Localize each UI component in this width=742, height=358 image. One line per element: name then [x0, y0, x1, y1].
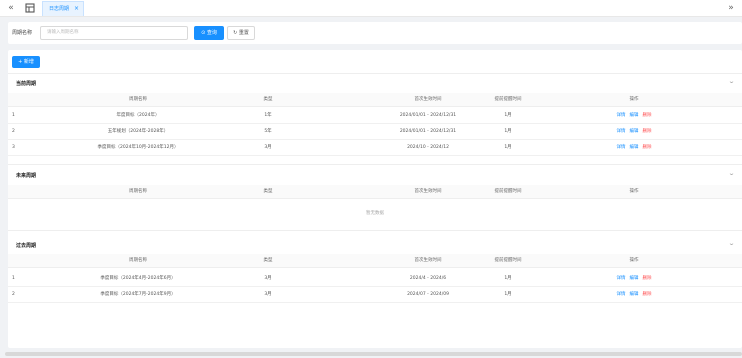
row-name: 季度目标（2024年4月-2024年6月） — [100, 276, 176, 281]
row-type: 3月 — [264, 276, 272, 281]
col-remind: 提前提醒时间 — [494, 97, 522, 102]
detail-link[interactable]: 详情 — [617, 145, 626, 150]
col-remind: 提前提醒时间 — [494, 258, 522, 263]
table-header: 周期名称 类型 首次生效时间 提前提醒时间 操作 — [8, 93, 742, 107]
row-name: 五年规划（2024年-2028年） — [107, 129, 169, 134]
section-title-current: 当前周期 — [16, 81, 37, 87]
row-index: 2 — [12, 292, 15, 297]
col-name: 周期名称 — [129, 258, 147, 263]
table-row: 1 年度目标（2024年） 1年 2024/01/01 - 2024/12/31… — [8, 108, 742, 124]
col-op: 操作 — [629, 189, 639, 194]
search-panel: 周期名称 请输入周期名称 ⊙ 查询 ↻ 重置 — [8, 22, 742, 44]
col-time: 首次生效时间 — [414, 258, 442, 263]
row-time: 2024/10 - 2024/12 — [407, 145, 449, 150]
col-op: 操作 — [629, 258, 639, 263]
col-type: 类型 — [263, 258, 273, 263]
tab-label: 日志周期 — [49, 6, 70, 12]
edit-link[interactable]: 编辑 — [630, 129, 639, 134]
delete-link[interactable]: 删除 — [643, 276, 652, 281]
divider — [8, 164, 742, 165]
edit-link[interactable]: 编辑 — [630, 276, 639, 281]
divider — [8, 230, 742, 231]
row-actions: 详情 编辑 删除 — [604, 140, 664, 156]
row-index: 1 — [12, 276, 15, 281]
row-remind: 1月 — [504, 292, 512, 297]
col-name: 周期名称 — [129, 97, 147, 102]
row-remind: 1月 — [504, 276, 512, 281]
row-remind: 1月 — [504, 145, 512, 150]
col-remind: 提前提醒时间 — [494, 189, 522, 194]
row-index: 1 — [12, 113, 15, 118]
delete-link[interactable]: 删除 — [643, 292, 652, 297]
main-panel: + 新增 当前周期 ⌄ 周期名称 类型 首次生效时间 提前提醒时间 操作 1 年… — [8, 50, 742, 348]
detail-link[interactable]: 详情 — [617, 292, 626, 297]
row-actions: 详情 编辑 删除 — [604, 271, 664, 287]
query-button[interactable]: ⊙ 查询 — [194, 26, 224, 40]
delete-link[interactable]: 删除 — [643, 129, 652, 134]
search-input[interactable]: 请输入周期名称 — [40, 26, 188, 40]
chevron-down-icon[interactable]: ⌄ — [728, 170, 735, 177]
table-row: 1 季度目标（2024年4月-2024年6月） 3月 2024/4 - 2024… — [8, 271, 742, 287]
row-type: 3月 — [264, 292, 272, 297]
row-time: 2024/4 - 2024/6 — [409, 276, 447, 281]
row-type: 1年 — [264, 113, 272, 118]
col-time: 首次生效时间 — [414, 189, 442, 194]
tab-bar: « 日志周期 × » — [0, 0, 742, 17]
table-row: 3 季度目标（2024年10月-2024年12月） 3月 2024/10 - 2… — [8, 140, 742, 156]
search-label: 周期名称 — [12, 30, 33, 36]
col-op: 操作 — [629, 97, 639, 102]
table-row: 2 季度目标（2024年7月-2024年9月） 3月 2024/07 - 202… — [8, 287, 742, 303]
row-name: 季度目标（2024年7月-2024年9月） — [100, 292, 176, 297]
col-name: 周期名称 — [129, 189, 147, 194]
row-actions: 详情 编辑 删除 — [604, 108, 664, 124]
detail-link[interactable]: 详情 — [617, 113, 626, 118]
row-type: 3月 — [264, 145, 272, 150]
row-remind: 1月 — [504, 113, 512, 118]
table-header: 周期名称 类型 首次生效时间 提前提醒时间 操作 — [8, 254, 742, 268]
row-time: 2024/07 - 2024/09 — [407, 292, 449, 297]
detail-link[interactable]: 详情 — [617, 129, 626, 134]
col-time: 首次生效时间 — [414, 97, 442, 102]
reset-label: 重置 — [238, 30, 249, 36]
col-type: 类型 — [263, 97, 273, 102]
table-row: 2 五年规划（2024年-2028年） 5年 2024/01/01 - 2024… — [8, 124, 742, 140]
horizontal-scrollbar[interactable] — [5, 352, 742, 356]
row-type: 5年 — [264, 129, 272, 134]
close-icon[interactable]: × — [74, 2, 79, 16]
delete-link[interactable]: 删除 — [643, 145, 652, 150]
edit-link[interactable]: 编辑 — [630, 145, 639, 150]
table-header: 周期名称 类型 首次生效时间 提前提醒时间 操作 — [8, 185, 742, 199]
row-name: 季度目标（2024年10月-2024年12月） — [97, 145, 179, 150]
double-chevron-right-icon[interactable]: » — [722, 0, 740, 16]
chevron-down-icon[interactable]: ⌄ — [728, 78, 735, 85]
delete-link[interactable]: 删除 — [643, 113, 652, 118]
double-chevron-left-icon[interactable]: « — [2, 0, 20, 16]
reset-button[interactable]: ↻ 重置 — [227, 26, 255, 40]
row-time: 2024/01/01 - 2024/12/31 — [399, 113, 457, 118]
row-actions: 详情 编辑 删除 — [604, 287, 664, 303]
section-title-past: 过去周期 — [16, 243, 37, 249]
divider — [8, 73, 742, 74]
row-time: 2024/01/01 - 2024/12/31 — [399, 129, 457, 134]
edit-link[interactable]: 编辑 — [630, 292, 639, 297]
row-actions: 详情 编辑 删除 — [604, 124, 664, 140]
empty-text: 暂无数据 — [366, 211, 384, 216]
row-name: 年度目标（2024年） — [116, 113, 160, 118]
section-title-future: 未来周期 — [16, 173, 37, 179]
row-remind: 1月 — [504, 129, 512, 134]
tab-log-cycle[interactable]: 日志周期 × — [42, 1, 84, 16]
edit-link[interactable]: 编辑 — [630, 113, 639, 118]
add-button[interactable]: + 新增 — [12, 56, 40, 68]
query-label: 查询 — [206, 30, 217, 36]
col-type: 类型 — [263, 189, 273, 194]
detail-link[interactable]: 详情 — [617, 276, 626, 281]
grid-icon[interactable] — [25, 3, 35, 13]
row-index: 3 — [12, 145, 15, 150]
row-index: 2 — [12, 129, 15, 134]
chevron-down-icon[interactable]: ⌄ — [728, 240, 735, 247]
